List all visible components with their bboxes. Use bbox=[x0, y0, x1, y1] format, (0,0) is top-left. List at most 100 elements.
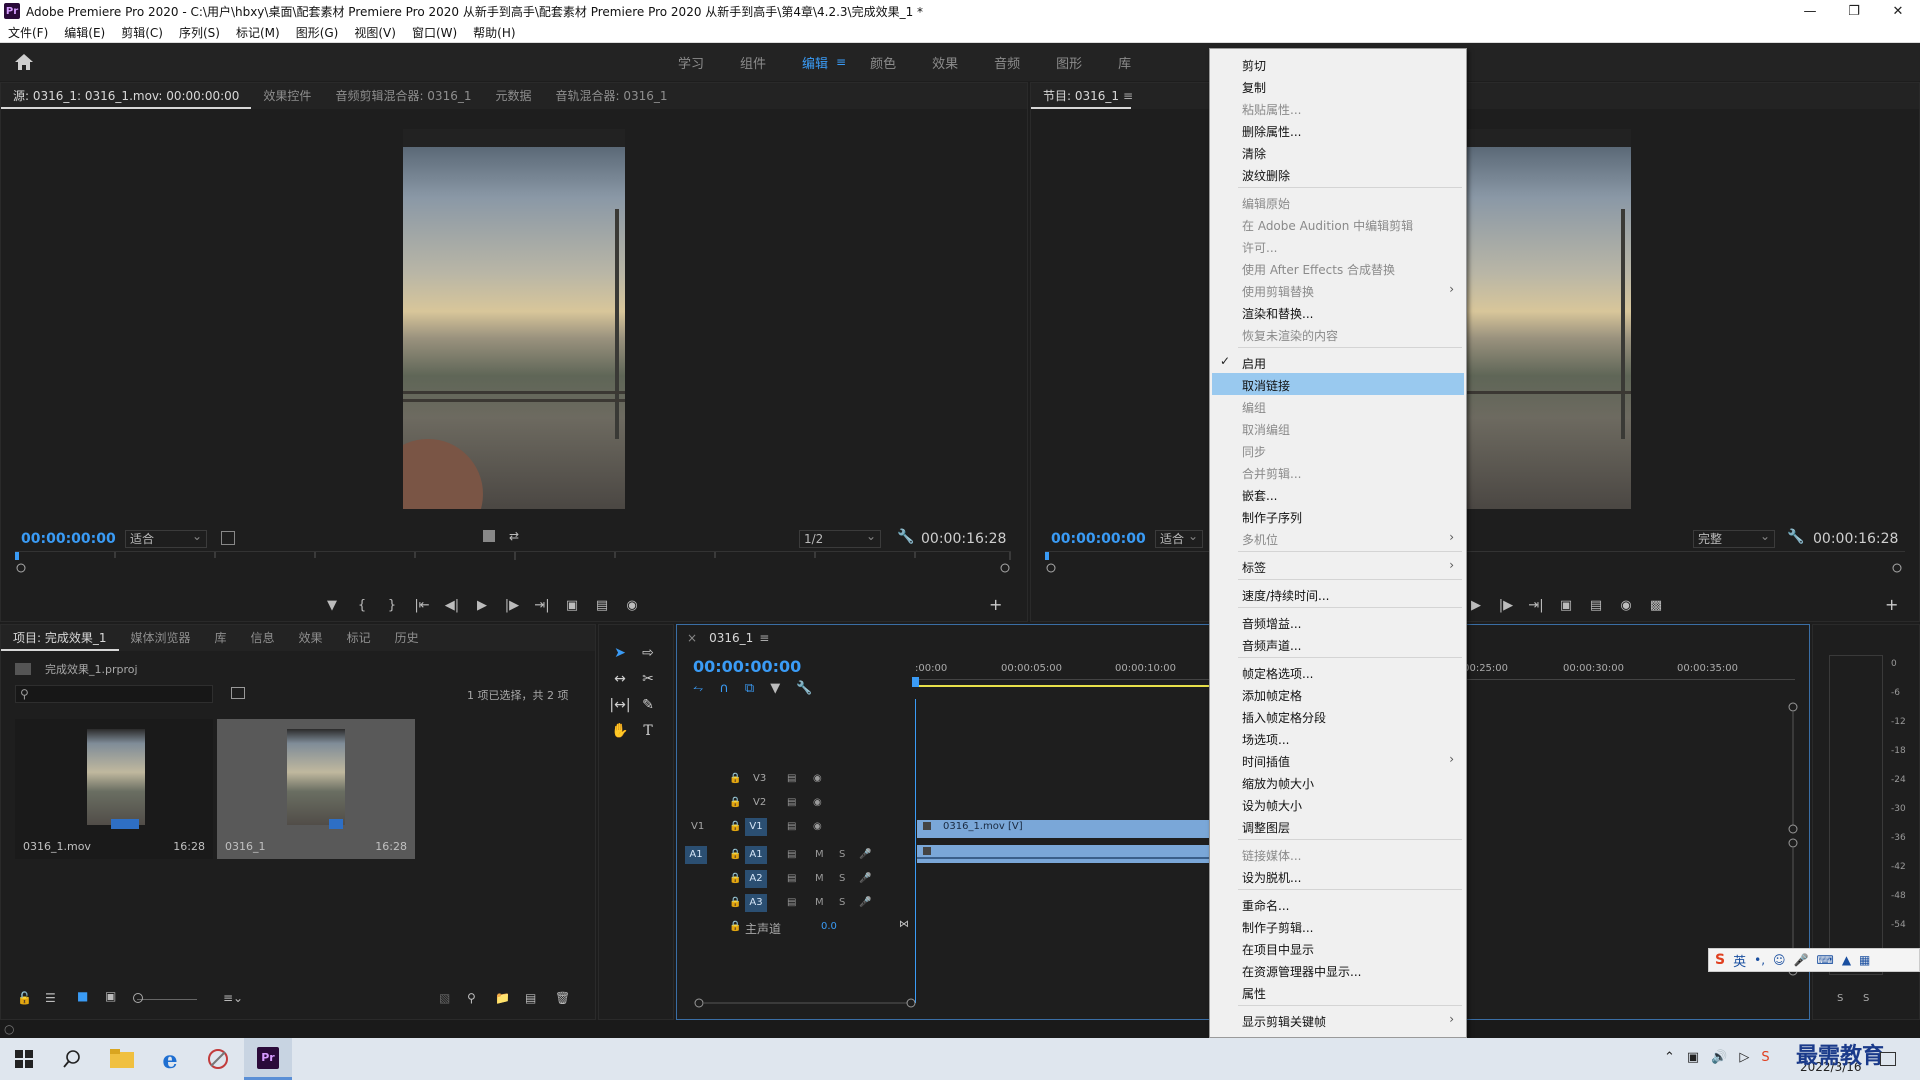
context-menu-item[interactable]: 音频增益... bbox=[1212, 611, 1464, 633]
timeline-horizontal-scrollbar[interactable] bbox=[693, 997, 917, 1009]
context-menu-item[interactable]: 复制 bbox=[1212, 75, 1464, 97]
project-panel-tab[interactable]: 信息 bbox=[239, 625, 287, 651]
solo-button[interactable]: S bbox=[839, 873, 845, 884]
program-quality-select[interactable]: 完整 bbox=[1693, 528, 1775, 548]
hand-tool-icon[interactable]: ✋ bbox=[609, 721, 631, 741]
menu-item[interactable]: 视图(V) bbox=[346, 24, 404, 41]
context-menu-item[interactable]: 调整图层 bbox=[1212, 815, 1464, 837]
keyboard-icon[interactable]: ⌨ bbox=[1816, 953, 1833, 967]
menu-item[interactable]: 标记(M) bbox=[228, 24, 288, 41]
sequence-tab[interactable]: 0316_1 bbox=[703, 625, 759, 651]
sync-lock-icon[interactable]: ▤ bbox=[787, 773, 796, 784]
context-menu-item[interactable]: 时间插值 › bbox=[1212, 749, 1464, 771]
lock-track-icon[interactable]: 🔒 bbox=[729, 897, 741, 908]
lock-track-icon[interactable]: 🔒 bbox=[729, 773, 741, 784]
sync-lock-icon[interactable]: ▤ bbox=[787, 873, 796, 884]
source-panel-tab[interactable]: 效果控件 bbox=[251, 83, 323, 109]
trash-icon[interactable]: 🗑 bbox=[555, 991, 570, 1005]
maximize-button[interactable]: ❐ bbox=[1832, 0, 1876, 22]
workspace-menu-icon[interactable]: ≡ bbox=[836, 55, 846, 69]
go-to-out-icon[interactable]: ⇥| bbox=[527, 595, 557, 615]
pen-tool-icon[interactable]: ✎ bbox=[637, 695, 659, 715]
emoji-icon[interactable]: ☺ bbox=[1773, 953, 1786, 967]
program-wrench-icon[interactable]: 🔧 bbox=[1787, 529, 1804, 545]
lock-track-icon[interactable]: 🔒 bbox=[729, 921, 741, 932]
play-icon[interactable]: ▶ bbox=[467, 595, 497, 615]
snipping-tool-icon[interactable] bbox=[194, 1038, 242, 1080]
mark-in-icon[interactable]: { bbox=[347, 595, 377, 615]
nest-toggle-icon[interactable]: ⥊ bbox=[693, 681, 703, 696]
lock-track-icon[interactable]: 🔒 bbox=[729, 821, 741, 832]
list-view-icon[interactable]: ☰ bbox=[45, 991, 56, 1005]
slip-tool-icon[interactable]: |↔| bbox=[609, 695, 631, 715]
mark-out-icon[interactable]: } bbox=[377, 595, 407, 615]
context-menu-item[interactable]: 清除 bbox=[1212, 141, 1464, 163]
extract-icon[interactable]: ▤ bbox=[1581, 595, 1611, 615]
menu-item[interactable]: 剪辑(C) bbox=[113, 24, 171, 41]
program-go-to-out-icon[interactable]: ⇥| bbox=[1521, 595, 1551, 615]
solo-button[interactable]: S bbox=[839, 849, 845, 860]
project-panel-tab[interactable]: 历史 bbox=[383, 625, 431, 651]
menu-item[interactable]: 序列(S) bbox=[171, 24, 228, 41]
sync-lock-icon[interactable]: ▤ bbox=[787, 797, 796, 808]
taskbar-search-icon[interactable] bbox=[48, 1038, 96, 1080]
solo-left-button[interactable]: S bbox=[1837, 993, 1843, 1004]
context-menu-item[interactable]: 剪切 bbox=[1212, 53, 1464, 75]
sync-lock-icon[interactable]: ▤ bbox=[787, 821, 796, 832]
context-menu-item[interactable]: 取消链接 bbox=[1212, 373, 1464, 395]
video-clip[interactable]: 0316_1.mov [V] bbox=[917, 820, 1217, 838]
project-search-input[interactable]: ⚲ bbox=[15, 685, 213, 703]
volume-icon[interactable]: 🔊 bbox=[1711, 1050, 1727, 1065]
menu-item[interactable]: 图形(G) bbox=[288, 24, 347, 41]
source-resolution-select[interactable]: 1/2 bbox=[799, 528, 881, 548]
track-target-a2[interactable]: A2 bbox=[745, 870, 767, 888]
edge-browser-icon[interactable]: e bbox=[146, 1038, 194, 1080]
context-menu-item[interactable]: 在资源管理器中显示... bbox=[1212, 959, 1464, 981]
wrench-icon[interactable]: 🔧 bbox=[897, 529, 914, 545]
track-target-a3[interactable]: A3 bbox=[745, 894, 767, 912]
context-menu-item[interactable]: 插入帧定格分段 bbox=[1212, 705, 1464, 727]
source-panel-tab[interactable]: 音轨混合器: 0316_1 bbox=[544, 83, 680, 109]
close-tab-icon[interactable]: × bbox=[677, 631, 703, 645]
program-zoom-select[interactable]: 适合 bbox=[1155, 528, 1203, 548]
mute-button[interactable]: M bbox=[815, 897, 824, 908]
razor-tool-icon[interactable]: ✂ bbox=[637, 669, 659, 689]
solo-button[interactable]: S bbox=[839, 897, 845, 908]
context-menu-item[interactable]: 删除属性... bbox=[1212, 119, 1464, 141]
lock-track-icon[interactable]: 🔒 bbox=[729, 797, 741, 808]
program-export-frame-icon[interactable]: ◉ bbox=[1611, 595, 1641, 615]
context-menu-item[interactable]: 重命名... bbox=[1212, 893, 1464, 915]
workspace-tab[interactable]: 图形 bbox=[1038, 53, 1100, 72]
type-tool-icon[interactable]: T bbox=[637, 721, 659, 741]
project-panel-tab[interactable]: 标记 bbox=[335, 625, 383, 651]
sogou-tray-icon[interactable]: S bbox=[1761, 1050, 1769, 1065]
source-panel-tab[interactable]: 音频剪辑混合器: 0316_1 bbox=[323, 83, 483, 109]
lock-track-icon[interactable]: 🔒 bbox=[729, 873, 741, 884]
menu-item[interactable]: 窗口(W) bbox=[404, 24, 465, 41]
track-select-tool-icon[interactable]: ⇨ bbox=[637, 643, 659, 663]
battery-icon[interactable]: ▷ bbox=[1739, 1050, 1749, 1065]
context-menu-item[interactable]: 波纹删除 bbox=[1212, 163, 1464, 185]
voiceover-icon[interactable]: 🎤 bbox=[859, 897, 871, 908]
automate-to-sequence-icon[interactable]: ▧ bbox=[439, 991, 450, 1005]
context-menu-item[interactable]: 帧定格选项... bbox=[1212, 661, 1464, 683]
ime-language-toggle[interactable]: 英 bbox=[1733, 951, 1746, 970]
workspace-tab[interactable]: 学习 bbox=[660, 53, 722, 72]
source-panel-tab[interactable]: 源: 0316_1: 0316_1.mov: 00:00:00:00 bbox=[1, 83, 252, 109]
context-menu-item[interactable]: 在项目中显示 bbox=[1212, 937, 1464, 959]
menu-item[interactable]: 编辑(E) bbox=[56, 24, 113, 41]
source-zoom-select[interactable]: 适合 bbox=[125, 528, 207, 548]
track-target-v1[interactable]: V1 bbox=[745, 818, 767, 836]
freeform-view-icon[interactable]: ▣ bbox=[105, 989, 116, 1003]
fit-icon[interactable] bbox=[221, 531, 235, 545]
zoom-slider[interactable] bbox=[137, 999, 197, 1000]
project-item-sequence[interactable]: 0316_1 16:28 bbox=[217, 719, 415, 859]
toolbox-icon[interactable]: ▦ bbox=[1859, 953, 1870, 967]
new-bin-from-search-icon[interactable] bbox=[231, 687, 245, 699]
add-marker-icon[interactable]: ▼ bbox=[317, 595, 347, 615]
context-menu-item[interactable]: 速度/持续时间... bbox=[1212, 583, 1464, 605]
source-panel-tab[interactable]: 元数据 bbox=[483, 83, 543, 109]
workspace-tab[interactable]: 颜色 bbox=[852, 53, 914, 72]
find-icon[interactable]: ⚲ bbox=[467, 991, 476, 1005]
sync-lock-icon[interactable]: ▤ bbox=[787, 897, 796, 908]
